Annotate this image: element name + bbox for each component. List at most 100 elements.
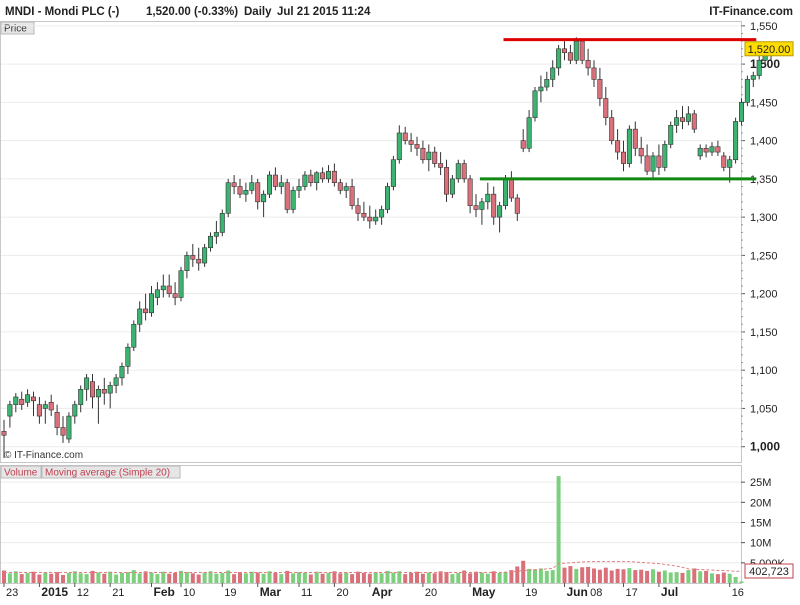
volume-bar bbox=[704, 570, 709, 583]
candle-body bbox=[709, 146, 715, 153]
candle-body bbox=[491, 193, 497, 218]
volume-bar bbox=[715, 574, 720, 583]
volume-bar bbox=[692, 568, 697, 583]
candle-body bbox=[107, 385, 113, 394]
volume-bar bbox=[633, 570, 638, 583]
volume-bar bbox=[721, 572, 726, 583]
volume-bar bbox=[438, 571, 443, 583]
candle-body bbox=[149, 293, 155, 314]
volume-bar bbox=[255, 572, 260, 583]
x-tick-label: Jun bbox=[567, 585, 588, 599]
volume-bar bbox=[184, 572, 189, 583]
candle-body bbox=[95, 389, 101, 398]
volume-bar bbox=[379, 573, 384, 583]
volume-bar bbox=[409, 572, 414, 583]
ma-tab-label: Moving average (Simple 20) bbox=[45, 468, 170, 479]
volume-bar bbox=[391, 572, 396, 583]
candle-body bbox=[243, 190, 249, 195]
volume-bar bbox=[143, 571, 148, 583]
candle-body bbox=[609, 117, 615, 141]
quote-text: 1,520.00 (-0.33%) bbox=[146, 6, 238, 18]
brand-label: IT-Finance.com bbox=[709, 6, 793, 18]
candle-body bbox=[1, 431, 7, 436]
candle-body bbox=[54, 411, 60, 428]
candle-body bbox=[25, 394, 31, 403]
candle-body bbox=[685, 113, 691, 122]
volume-bar bbox=[155, 574, 160, 583]
candle-body bbox=[473, 205, 479, 210]
volume-bar bbox=[645, 570, 650, 583]
candle-body bbox=[497, 205, 503, 218]
volume-bar bbox=[25, 572, 30, 583]
candle-body bbox=[744, 79, 750, 103]
volume-bar bbox=[161, 571, 166, 583]
volume-bar bbox=[13, 571, 18, 583]
candle-body bbox=[532, 90, 538, 118]
candle-body bbox=[48, 402, 54, 411]
candle-body bbox=[131, 323, 137, 348]
candle-body bbox=[290, 190, 296, 210]
x-axis: 23 2015 12 21 Feb 10 19 Mar 11 20 Apr 20 May 19 Jun 08 1… bbox=[3, 583, 744, 599]
volume-bar bbox=[361, 572, 366, 583]
candle-body bbox=[443, 167, 449, 195]
price-tick-label: 1,100 bbox=[750, 365, 778, 377]
volume-bar bbox=[72, 571, 77, 583]
volume-bar bbox=[562, 567, 567, 583]
volume-bar bbox=[533, 569, 537, 583]
volume-bar bbox=[651, 569, 655, 583]
volume-bar bbox=[190, 573, 195, 583]
candle-body bbox=[202, 247, 208, 264]
volume-bar bbox=[420, 573, 425, 583]
candle-body bbox=[426, 151, 432, 161]
volume-bar bbox=[698, 571, 703, 583]
candle-body bbox=[750, 75, 756, 80]
volume-bar bbox=[450, 574, 455, 583]
candle-body bbox=[278, 182, 284, 187]
candle-body bbox=[461, 163, 467, 180]
x-tick-label: Jul bbox=[661, 585, 678, 599]
volume-bar bbox=[279, 574, 284, 583]
volume-bar bbox=[267, 571, 272, 583]
volume-bar bbox=[114, 574, 119, 583]
candle-body bbox=[172, 293, 178, 298]
volume-bar bbox=[137, 573, 142, 583]
candle-body bbox=[585, 59, 591, 69]
candle-body bbox=[620, 151, 626, 164]
datetime-label: Jul 21 2015 11:24 bbox=[277, 6, 371, 18]
volume-bar bbox=[220, 572, 225, 583]
volume-bar bbox=[727, 573, 732, 583]
candle-body bbox=[66, 415, 72, 440]
volume-bar bbox=[432, 573, 437, 583]
candle-body bbox=[178, 270, 184, 298]
price-tick-label: 1,150 bbox=[750, 327, 778, 339]
candle-body bbox=[30, 396, 36, 402]
candle-body bbox=[573, 40, 579, 61]
volume-axis: 5,000K10M15M20M25M bbox=[741, 477, 786, 570]
volume-bar bbox=[662, 570, 667, 583]
volume-bar bbox=[373, 572, 378, 583]
volume-bar bbox=[503, 572, 508, 583]
volume-bar bbox=[120, 572, 124, 583]
candle-body bbox=[638, 147, 644, 157]
candle-body bbox=[337, 182, 343, 191]
candle-body bbox=[467, 178, 473, 206]
volume-bar bbox=[550, 570, 555, 583]
volume-bar bbox=[367, 573, 372, 583]
volume-bar bbox=[485, 573, 490, 583]
volume-bar bbox=[302, 572, 307, 583]
last-price-marker: 1,520.00 bbox=[744, 41, 794, 57]
volume-tick-label: 20M bbox=[750, 497, 771, 509]
volume-bar bbox=[474, 571, 478, 583]
candle-body bbox=[367, 216, 373, 222]
volume-bar bbox=[686, 570, 691, 583]
volume-bar bbox=[491, 571, 496, 583]
candle-body bbox=[556, 48, 562, 69]
volume-bar bbox=[249, 571, 254, 583]
candle-body bbox=[390, 159, 396, 187]
candle-body bbox=[213, 232, 219, 237]
candle-body bbox=[272, 174, 278, 187]
volume-bar bbox=[479, 572, 484, 583]
price-tick-label: 1,450 bbox=[750, 97, 778, 109]
candle-body bbox=[101, 389, 107, 394]
volume-bar bbox=[656, 571, 661, 583]
